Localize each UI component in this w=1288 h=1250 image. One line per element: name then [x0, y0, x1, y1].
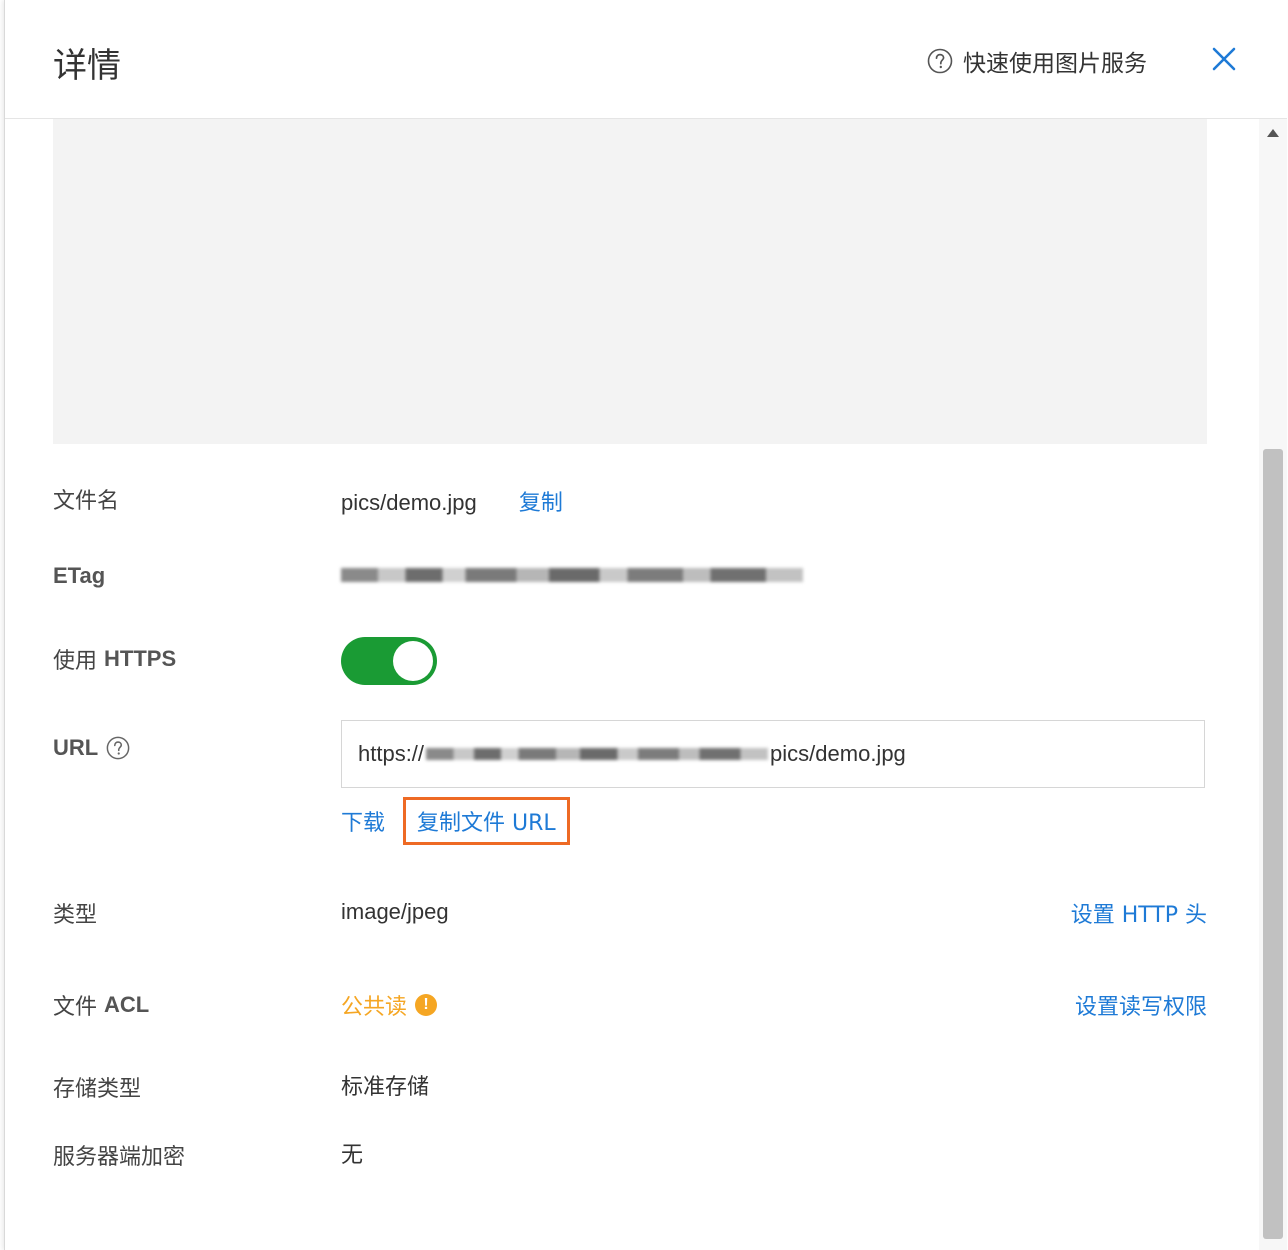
encryption-label: 服务器端加密 [53, 1145, 186, 1170]
https-label-cn: 使用 [53, 649, 98, 674]
panel-header: 详情 快速使用图片服务 [5, 0, 1287, 119]
acl-value-text: 公共读 [341, 995, 408, 1020]
acl-label-cn: 文件 [53, 995, 98, 1020]
etag-value [341, 561, 803, 587]
quick-start-link[interactable]: 快速使用图片服务 [927, 44, 1147, 78]
image-preview [53, 119, 1207, 444]
etag-redacted [341, 568, 803, 583]
filename-value: pics/demo.jpg 复制 [341, 485, 563, 517]
acl-label: 文件 ACL [53, 989, 149, 1021]
storage-class-value: 标准存储 [341, 1075, 430, 1100]
https-label-en: HTTPS [104, 646, 177, 671]
set-acl-link[interactable]: 设置读写权限 [1075, 989, 1207, 1021]
filename-text: pics/demo.jpg [341, 490, 477, 515]
url-label: URL [53, 735, 130, 761]
url-prefix: https:// [358, 741, 425, 766]
url-redacted [426, 748, 769, 760]
detail-content: 文件名 pics/demo.jpg 复制 ETag 使用 HTTPS URL h… [5, 119, 1259, 1250]
warning-icon: ! [415, 994, 438, 1016]
copy-filename-link[interactable]: 复制 [519, 491, 563, 516]
type-label: 类型 [53, 903, 98, 928]
acl-value: 公共读 ! [341, 989, 438, 1021]
https-label: 使用 HTTPS [53, 643, 176, 675]
panel-title: 详情 [53, 46, 121, 86]
type-value: image/jpeg [341, 899, 449, 924]
https-toggle[interactable] [341, 637, 437, 685]
copy-file-url-link[interactable]: 复制文件 URL [417, 811, 556, 836]
url-field[interactable]: https:// pics/demo.jpg [341, 720, 1205, 788]
etag-label: ETag [53, 563, 105, 589]
quick-start-label: 快速使用图片服务 [963, 51, 1147, 77]
question-circle-icon [927, 48, 953, 74]
scroll-thumb[interactable] [1263, 449, 1283, 1239]
etag-label-text: ETag [53, 563, 106, 588]
vertical-scrollbar[interactable] [1259, 119, 1287, 1250]
url-actions: 下载 复制文件 URL [341, 797, 570, 845]
set-http-header-link[interactable]: 设置 HTTP 头 [1071, 897, 1207, 929]
copy-url-highlight: 复制文件 URL [403, 797, 570, 845]
download-link[interactable]: 下载 [341, 805, 385, 837]
acl-label-en: ACL [104, 992, 150, 1017]
detail-panel: 详情 快速使用图片服务 文件名 pics/demo.jpg 复制 ETag 使用… [4, 0, 1287, 1250]
storage-class-label: 存储类型 [53, 1077, 142, 1102]
url-suffix: pics/demo.jpg [770, 741, 906, 766]
toggle-knob [393, 641, 433, 681]
close-icon[interactable] [1209, 44, 1239, 74]
question-circle-icon[interactable] [106, 736, 130, 760]
encryption-value: 无 [341, 1143, 364, 1168]
filename-label: 文件名 [53, 489, 120, 514]
url-label-text: URL [53, 735, 99, 760]
scroll-up-icon[interactable] [1267, 129, 1279, 137]
